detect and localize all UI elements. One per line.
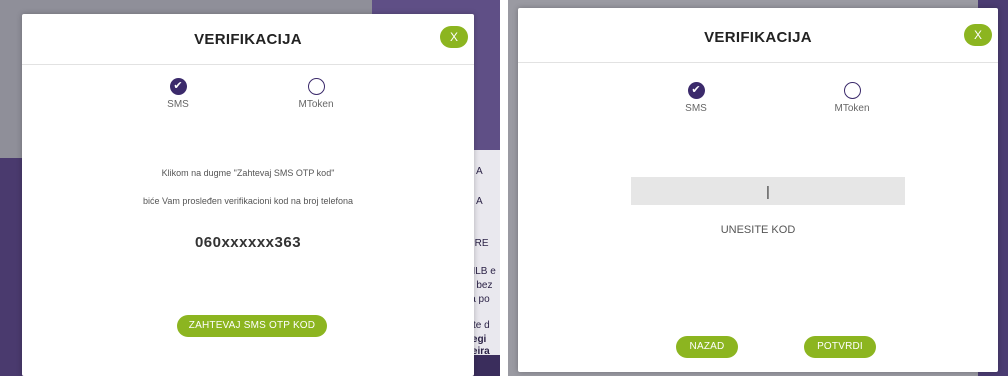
- option-mtoken[interactable]: MToken: [276, 78, 356, 110]
- option-mtoken[interactable]: MToken: [812, 82, 892, 114]
- check-icon: ✔: [169, 78, 187, 95]
- option-label: SMS: [685, 103, 707, 114]
- modal-title: VERIFIKACIJA: [704, 29, 812, 46]
- request-sms-otp-button[interactable]: ZAHTEVAJ SMS OTP KOD: [177, 315, 327, 337]
- verification-modal: VERIFIKACIJA X ✔ SMS MToken Klikom na du…: [22, 14, 474, 376]
- close-button[interactable]: X: [964, 24, 992, 46]
- check-icon: ✔: [687, 82, 705, 99]
- back-button[interactable]: NAZAD: [676, 336, 738, 358]
- verification-modal: VERIFIKACIJA X ✔ SMS MToken UNESITE KOD …: [518, 8, 998, 372]
- option-label: MToken: [298, 99, 334, 110]
- option-label: MToken: [834, 103, 870, 114]
- modal-header: VERIFIKACIJA X: [22, 14, 474, 65]
- confirm-button[interactable]: POTVRDI: [804, 336, 876, 358]
- radio-empty-icon: [307, 78, 325, 95]
- verification-method-group: ✔ SMS MToken: [22, 78, 474, 118]
- radio-empty-icon: [843, 82, 861, 99]
- modal-title: VERIFIKACIJA: [194, 31, 302, 48]
- phone-number: 060xxxxxx363: [194, 234, 302, 251]
- background-text: A: [476, 166, 483, 177]
- close-button[interactable]: X: [440, 26, 468, 48]
- info-text-line1: Klikom na dugme "Zahtevaj SMS OTP kod": [161, 168, 335, 178]
- option-label: SMS: [167, 99, 189, 110]
- verification-method-group: ✔ SMS MToken: [518, 82, 998, 122]
- right-screen: VERIFIKACIJA X ✔ SMS MToken UNESITE KOD …: [508, 0, 1008, 376]
- modal-header: VERIFIKACIJA X: [518, 8, 998, 63]
- info-text-line2: biće Vam prosleđen verifikacioni kod na …: [143, 196, 353, 206]
- otp-code-input[interactable]: [631, 177, 905, 205]
- left-screen: A A PRE NLB e n bez ja po ste d regi rei…: [0, 0, 500, 376]
- code-input-label: UNESITE KOD: [720, 224, 796, 236]
- background-text: A: [476, 196, 483, 207]
- option-sms[interactable]: ✔ SMS: [656, 82, 736, 114]
- option-sms[interactable]: ✔ SMS: [138, 78, 218, 110]
